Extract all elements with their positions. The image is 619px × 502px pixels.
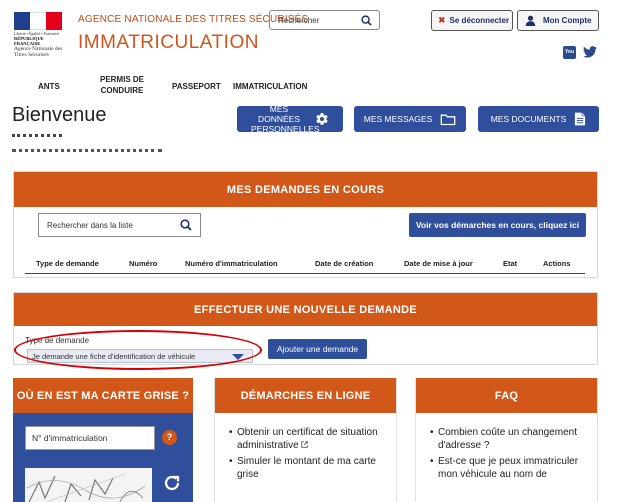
logout-label: Se déconnecter: [449, 16, 510, 25]
folder-icon: [440, 114, 456, 125]
column-header-actions[interactable]: Actions: [543, 259, 571, 268]
online-procedures-card: DÉMARCHES EN LIGNE Obtenir un certificat…: [214, 378, 397, 502]
nav-item-immatriculation[interactable]: IMMATRICULATION: [233, 81, 307, 92]
clipped-last-login: [12, 148, 162, 152]
column-header-type[interactable]: Type de demande: [36, 259, 99, 268]
registration-status-card: OÙ EN EST MA CARTE GRISE ? N° d'immatric…: [13, 378, 193, 502]
table-divider: [25, 273, 585, 274]
registration-status-title: OÙ EN EST MA CARTE GRISE ?: [13, 378, 193, 413]
gear-icon: [316, 113, 328, 125]
column-header-updated[interactable]: Date de mise à jour: [404, 259, 473, 268]
youtube-icon[interactable]: You Tube: [563, 46, 576, 68]
logo-agency: Agence Nationale des Titres Sécurisés: [14, 46, 63, 58]
online-procedure-item[interactable]: Simuler le montant de ma carte grise: [229, 455, 388, 481]
external-link-icon: [301, 441, 309, 448]
add-request-button[interactable]: Ajouter une demande: [268, 339, 367, 359]
column-header-created[interactable]: Date de création: [315, 259, 373, 268]
column-header-registration[interactable]: Numéro d'immatriculation: [185, 259, 278, 268]
captcha-image: [25, 468, 152, 502]
faq-card: FAQ Combien coûte un changement d'adress…: [415, 378, 598, 502]
online-procedures-title: DÉMARCHES EN LIGNE: [215, 378, 396, 413]
account-label: Mon Compte: [543, 16, 592, 25]
current-requests-title: MES DEMANDES EN COURS: [14, 172, 597, 207]
new-request-title: EFFECTUER UNE NOUVELLE DEMANDE: [14, 293, 597, 326]
app-title: IMMATRICULATION: [78, 32, 259, 53]
faq-title: FAQ: [416, 378, 597, 413]
documents-label: MES DOCUMENTS: [490, 114, 567, 124]
personal-data-label: MES DONNÉES PERSONNELLES: [251, 104, 320, 134]
search-icon[interactable]: [361, 14, 372, 26]
online-procedure-item[interactable]: Obtenir un certificat de situation admin…: [229, 426, 388, 452]
highlight-ellipse: [14, 330, 262, 370]
view-requests-button[interactable]: Voir vos démarches en cours, cliquez ici: [409, 213, 586, 237]
nav-item-ants[interactable]: ANTS: [38, 81, 60, 92]
refresh-icon[interactable]: [163, 474, 181, 492]
list-search-input[interactable]: Rechercher dans la liste: [38, 213, 201, 237]
current-requests-panel: MES DEMANDES EN COURS Rechercher dans la…: [13, 171, 598, 278]
registration-number-input[interactable]: N° d'immatriculation: [25, 426, 155, 450]
personal-data-button[interactable]: MES DONNÉES PERSONNELLES: [237, 104, 343, 134]
page-title: Bienvenue: [12, 104, 107, 126]
nav-item-passeport[interactable]: PASSEPORT: [172, 81, 221, 92]
messages-button[interactable]: MES MESSAGES: [354, 106, 466, 132]
list-search-placeholder: Rechercher dans la liste: [47, 220, 133, 230]
account-button[interactable]: Mon Compte: [517, 10, 599, 31]
faq-item[interactable]: Est-ce que je peux immatriculer mon véhi…: [430, 455, 589, 481]
user-icon: [525, 15, 536, 26]
republique-francaise-logo[interactable]: Liberté • Égalité • Fraternité RÉPUBLIQU…: [14, 12, 66, 62]
site-search-input[interactable]: Rechercher: [269, 10, 380, 30]
site-search-placeholder: Rechercher: [278, 15, 320, 25]
logout-button[interactable]: ✖ Se déconnecter: [431, 10, 513, 31]
twitter-icon[interactable]: [583, 46, 597, 58]
document-icon: [575, 112, 586, 126]
nav-item-permis[interactable]: PERMIS DE CONDUIRE: [98, 74, 146, 96]
messages-label: MES MESSAGES: [363, 114, 433, 124]
help-icon[interactable]: ?: [162, 430, 177, 445]
search-icon[interactable]: [180, 219, 192, 231]
documents-button[interactable]: MES DOCUMENTS: [478, 106, 599, 132]
clipped-user-name: [12, 134, 72, 138]
close-icon: ✖: [438, 15, 446, 25]
french-flag-icon: [14, 12, 62, 30]
logo-republic: RÉPUBLIQUE FRANÇAISE: [14, 36, 44, 46]
column-header-status[interactable]: Etat: [503, 259, 517, 268]
faq-item[interactable]: Combien coûte un changement d'adresse ?: [430, 426, 589, 452]
new-request-panel: EFFECTUER UNE NOUVELLE DEMANDE Type de d…: [13, 292, 598, 370]
column-header-number[interactable]: Numéro: [129, 259, 157, 268]
